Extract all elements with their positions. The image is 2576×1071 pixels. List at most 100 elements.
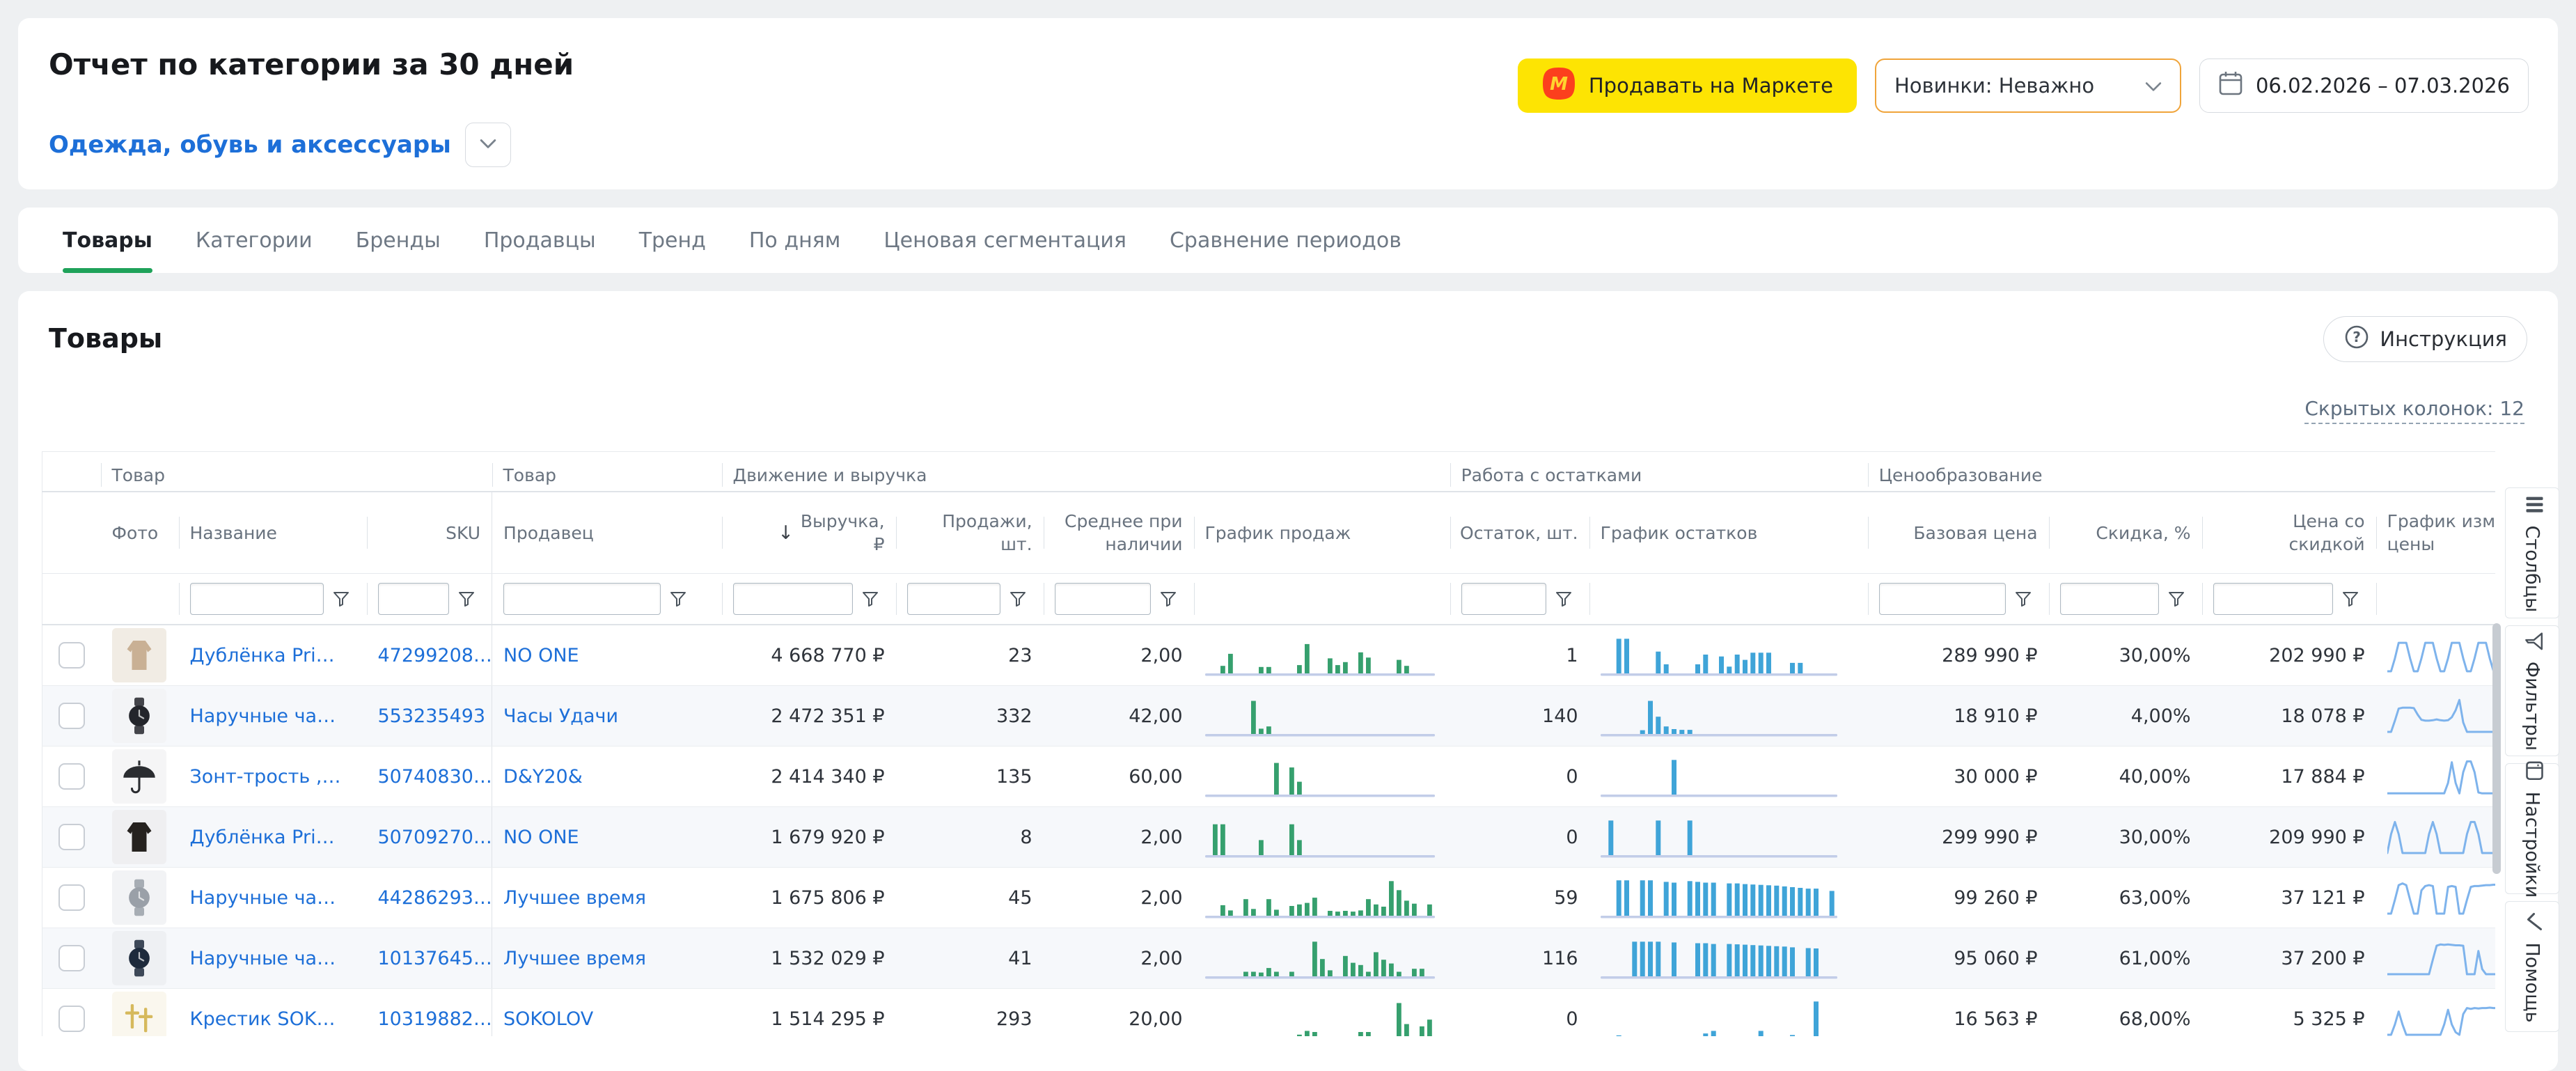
col-header-seller[interactable]: Продавец [492, 492, 722, 574]
tab-7[interactable]: Ценовая сегментация [883, 208, 1126, 273]
tab-2[interactable]: Категории [196, 208, 313, 273]
filter-input-disc_price[interactable] [2213, 583, 2333, 615]
seller-link[interactable]: NO ONE [503, 645, 579, 666]
product-photo[interactable] [112, 810, 166, 864]
filter-funnel-icon[interactable] [1159, 590, 1177, 608]
product-photo[interactable] [112, 689, 166, 743]
cell-sales_chart [1194, 868, 1450, 928]
tab-8[interactable]: Сравнение периодов [1170, 208, 1401, 273]
newness-select[interactable]: Новинки: Неважно [1875, 58, 2181, 113]
col-header-revenue[interactable]: ↓Выручка,₽ [722, 492, 896, 574]
name-link[interactable]: Дублёнка Pri… [190, 645, 335, 666]
cell-sku: 553235493 [367, 686, 492, 746]
instruction-button[interactable]: ? Инструкция [2323, 316, 2527, 362]
filter-input-discount[interactable] [2060, 583, 2159, 615]
filter-funnel-icon[interactable] [1009, 590, 1027, 608]
col-header-price_chart[interactable]: График изменцены [2376, 492, 2495, 574]
seller-link[interactable]: D&Y20& [503, 766, 583, 788]
date-range-picker[interactable]: 06.02.2026 – 07.03.2026 [2199, 58, 2529, 113]
col-header-sku[interactable]: SKU [367, 492, 492, 574]
name-link[interactable]: Наручные ча… [190, 887, 336, 909]
filter-input-name[interactable] [190, 583, 324, 615]
hidden-columns-link[interactable]: Скрытых колонок: 12 [2304, 397, 2524, 424]
mini-bar-chart [1205, 694, 1435, 737]
sku-link[interactable]: 47299208… [378, 645, 492, 666]
filter-funnel-icon[interactable] [2014, 590, 2032, 608]
row-checkbox[interactable] [58, 703, 85, 729]
tab-6[interactable]: По дням [749, 208, 840, 273]
tab-3[interactable]: Бренды [356, 208, 441, 273]
name-link[interactable]: Наручные ча… [190, 948, 336, 969]
dock-tab-3[interactable]: Настройки [2505, 763, 2559, 894]
vertical-scrollbar[interactable] [2492, 623, 2501, 874]
product-photo[interactable] [112, 628, 166, 682]
seller-link[interactable]: Лучшее время [503, 948, 646, 969]
sku-link[interactable]: 50709270… [378, 827, 492, 848]
row-checkbox[interactable] [58, 763, 85, 790]
row-checkbox[interactable] [58, 884, 85, 911]
tab-1[interactable]: Товары [63, 208, 152, 273]
col-header-base_price[interactable]: Базовая цена [1868, 492, 2049, 574]
cell-base_price: 16 563 ₽ [1868, 989, 2049, 1037]
filter-funnel-icon[interactable] [1555, 590, 1573, 608]
sell-on-market-button[interactable]: M Продавать на Маркете [1518, 58, 1857, 113]
seller-link[interactable]: NO ONE [503, 827, 579, 848]
sku-link[interactable]: 10137645… [378, 948, 492, 969]
filter-input-sku[interactable] [378, 583, 449, 615]
col-header-stock_chart[interactable]: График остатков [1589, 492, 1868, 574]
category-expand-button[interactable] [465, 123, 511, 167]
filter-input-revenue[interactable] [733, 583, 853, 615]
product-photo[interactable] [112, 749, 166, 804]
sku-link[interactable]: 553235493 [378, 705, 486, 727]
filter-cell-avg [1044, 574, 1194, 625]
filter-funnel-icon[interactable] [861, 590, 879, 608]
name-link[interactable]: Дублёнка Pri… [190, 827, 335, 848]
mini-bar-chart [1601, 754, 1837, 797]
filter-funnel-icon[interactable] [457, 590, 476, 608]
row-checkbox[interactable] [58, 1006, 85, 1032]
col-header-checkbox[interactable] [42, 492, 101, 574]
filter-funnel-icon[interactable] [2167, 590, 2185, 608]
filter-input-avg[interactable] [1055, 583, 1151, 615]
report-tabs: Товары Категории Бренды Продавцы Тренд По дня… [18, 208, 2558, 273]
col-header-name[interactable]: Название [179, 492, 367, 574]
filter-input-sales[interactable] [907, 583, 1000, 615]
col-header-photo[interactable]: Фото [101, 492, 179, 574]
cell-stock: 0 [1450, 807, 1589, 868]
dock-tab-4[interactable]: Помощь [2505, 901, 2559, 1032]
tab-5[interactable]: Тренд [639, 208, 706, 273]
product-photo[interactable] [112, 870, 166, 925]
dock-tab-1[interactable]: Столбцы [2505, 487, 2559, 618]
product-photo[interactable] [112, 931, 166, 985]
filter-input-stock[interactable] [1461, 583, 1546, 615]
col-header-stock[interactable]: Остаток, шт. [1450, 492, 1589, 574]
product-photo[interactable] [112, 992, 166, 1036]
col-header-disc_price[interactable]: Цена соскидкой [2202, 492, 2376, 574]
row-checkbox[interactable] [58, 824, 85, 850]
row-checkbox[interactable] [58, 642, 85, 669]
col-header-sales_chart[interactable]: График продаж [1194, 492, 1450, 574]
filter-input-base_price[interactable] [1879, 583, 2006, 615]
col-header-avg[interactable]: Среднее приналичии [1044, 492, 1194, 574]
name-link[interactable]: Наручные ча… [190, 705, 336, 727]
sku-link[interactable]: 44286293… [378, 887, 492, 909]
sku-link[interactable]: 50740830… [378, 766, 492, 788]
watch-image [120, 696, 159, 735]
sort-desc-icon[interactable]: ↓ [778, 522, 794, 545]
category-link[interactable]: Одежда, обувь и аксессуары [49, 131, 451, 159]
seller-link[interactable]: Часы Удачи [503, 705, 618, 727]
col-header-sales[interactable]: Продажи,шт. [896, 492, 1044, 574]
seller-link[interactable]: Лучшее время [503, 887, 646, 909]
tab-4[interactable]: Продавцы [484, 208, 596, 273]
cell-sales: 332 [896, 686, 1044, 746]
name-link[interactable]: Зонт-трость ,… [190, 766, 341, 788]
row-checkbox[interactable] [58, 945, 85, 971]
mini-bar-chart [1205, 996, 1435, 1036]
filter-input-seller[interactable] [503, 583, 661, 615]
col-header-discount[interactable]: Скидка, % [2049, 492, 2202, 574]
cell-base_price: 18 910 ₽ [1868, 686, 2049, 746]
filter-funnel-icon[interactable] [2341, 590, 2359, 608]
filter-funnel-icon[interactable] [332, 590, 350, 608]
dock-tab-2[interactable]: Фильтры [2505, 625, 2559, 756]
filter-funnel-icon[interactable] [669, 590, 687, 608]
